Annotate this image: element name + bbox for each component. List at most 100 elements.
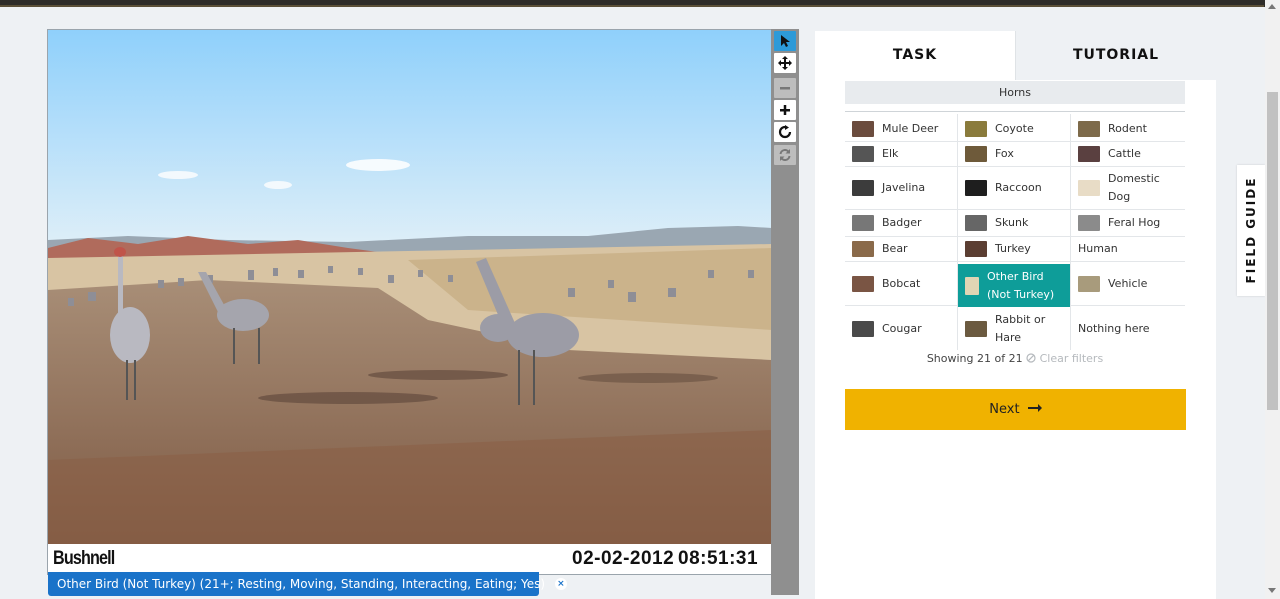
bobcat-thumbnail [852, 275, 874, 292]
field-guide-label: FIELD GUIDE [1244, 176, 1258, 284]
next-label: Next [989, 402, 1020, 417]
clear-filters-label: Clear filters [1039, 352, 1104, 365]
rotate-button[interactable] [774, 122, 796, 142]
ban-icon [1026, 353, 1036, 363]
species-label: Bear [882, 242, 908, 255]
species-label: Mule Deer [882, 121, 939, 135]
species-rabbit-or-hare[interactable]: Rabbit or Hare [958, 308, 1070, 350]
tab-task[interactable]: TASK [815, 31, 1015, 80]
photo-time: 08:51:31 [678, 548, 759, 569]
species-label: Elk [882, 147, 899, 160]
species-label: Bobcat [882, 276, 921, 290]
zoom-in-icon [780, 105, 790, 115]
species-rodent[interactable]: Rodent [1071, 116, 1185, 141]
species-label: Rabbit or Hare [995, 313, 1046, 344]
species-fox[interactable]: Fox [958, 142, 1070, 166]
vehicle-thumbnail [1078, 275, 1100, 292]
species-javelina[interactable]: Javelina [845, 167, 957, 209]
species-label: Turkey [995, 242, 1031, 255]
rodent-thumbnail [1078, 120, 1100, 137]
species-label: Rodent [1108, 121, 1147, 135]
mule-deer-thumbnail [852, 120, 874, 137]
bear-thumbnail [852, 241, 874, 257]
skunk-thumbnail [965, 215, 987, 231]
showing-text: Showing 21 of 21 [926, 352, 1023, 365]
species-skunk[interactable]: Skunk [958, 210, 1070, 236]
scroll-down-icon[interactable] [1268, 588, 1276, 593]
subject-viewer[interactable]: Bushnell 02-02-2012 08:51:31 [47, 29, 773, 575]
annotation-tag[interactable]: Other Bird (Not Turkey) (21+; Resting, M… [48, 572, 567, 596]
species-label: Badger [882, 216, 922, 229]
move-icon [778, 56, 792, 70]
filter-divider [845, 111, 1185, 112]
scroll-up-icon[interactable] [1268, 4, 1276, 9]
species-label: Cattle [1108, 147, 1141, 160]
filter-horns[interactable]: Horns [845, 81, 1185, 104]
javelina-thumbnail [852, 180, 874, 196]
viewer-toolbar [771, 29, 799, 595]
photo-date: 02-02-2012 [572, 548, 675, 569]
species-nothing-here[interactable]: Nothing here [1071, 308, 1185, 350]
other-bird-thumbnail [965, 276, 979, 295]
field-guide-tab[interactable]: FIELD GUIDE [1237, 165, 1265, 296]
annotation-label: Other Bird (Not Turkey) (21+; Resting, M… [57, 577, 546, 591]
species-other-bird-selected[interactable]: Other Bird (Not Turkey) [958, 264, 1070, 307]
arrow-right-icon [1027, 404, 1042, 412]
feral-hog-thumbnail [1078, 215, 1100, 231]
showing-count: Showing 21 of 21 Clear filters [845, 352, 1185, 365]
fox-thumbnail [965, 146, 987, 162]
domestic-dog-thumbnail [1078, 180, 1100, 196]
zoom-in-button[interactable] [774, 100, 796, 120]
species-label: Javelina [882, 181, 926, 194]
rabbit-thumbnail [965, 321, 987, 337]
camera-stamp: Bushnell 02-02-2012 08:51:31 [48, 544, 772, 574]
clear-filters-link[interactable]: Clear filters [1026, 352, 1103, 365]
species-elk[interactable]: Elk [845, 142, 957, 166]
pointer-tool-button[interactable] [774, 31, 796, 51]
cougar-thumbnail [852, 321, 874, 337]
species-bear[interactable]: Bear [845, 237, 957, 261]
species-cougar[interactable]: Cougar [845, 308, 957, 350]
species-turkey[interactable]: Turkey [958, 237, 1070, 261]
species-vehicle[interactable]: Vehicle [1071, 262, 1185, 305]
task-panel: TASK TUTORIAL Horns Mule Deer Coyote Rod… [815, 31, 1216, 599]
species-raccoon[interactable]: Raccoon [958, 167, 1070, 209]
reset-button[interactable] [774, 145, 796, 165]
species-human[interactable]: Human [1071, 237, 1185, 261]
zoom-out-icon [780, 87, 790, 90]
camera-brand: Bushnell [53, 548, 115, 569]
species-label: Domestic Dog [1108, 172, 1160, 203]
cattle-thumbnail [1078, 146, 1100, 162]
species-label: Coyote [995, 121, 1034, 135]
species-label: Human [1078, 242, 1118, 255]
species-cattle[interactable]: Cattle [1071, 142, 1185, 166]
rotate-icon [778, 125, 792, 139]
species-domestic-dog[interactable]: Domestic Dog [1071, 167, 1185, 209]
top-bar-accent [0, 5, 1264, 7]
reset-icon [779, 149, 791, 161]
badger-thumbnail [852, 215, 874, 231]
coyote-thumbnail [965, 120, 987, 137]
scrollbar-thumb[interactable] [1267, 92, 1278, 410]
turkey-thumbnail [965, 241, 987, 257]
species-label: Skunk [995, 216, 1029, 229]
next-button[interactable]: Next [845, 389, 1186, 430]
species-coyote[interactable]: Coyote [958, 116, 1070, 141]
species-label: Feral Hog [1108, 216, 1161, 229]
pointer-icon [781, 35, 790, 47]
raccoon-thumbnail [965, 180, 987, 196]
species-mule-deer[interactable]: Mule Deer [845, 116, 957, 141]
tab-tutorial[interactable]: TUTORIAL [1015, 31, 1216, 80]
zoom-out-button[interactable] [774, 78, 796, 98]
panel-tabs: TASK TUTORIAL [815, 31, 1216, 80]
species-label: Other Bird (Not Turkey) [987, 269, 1055, 301]
move-tool-button[interactable] [774, 53, 796, 73]
species-feral-hog[interactable]: Feral Hog [1071, 210, 1185, 236]
species-label: Nothing here [1078, 322, 1150, 335]
remove-annotation-icon[interactable]: × [554, 577, 567, 590]
species-badger[interactable]: Badger [845, 210, 957, 236]
species-label: Cougar [882, 322, 922, 335]
camera-trap-photo[interactable] [48, 30, 772, 544]
species-bobcat[interactable]: Bobcat [845, 262, 957, 305]
species-label: Vehicle [1108, 276, 1148, 290]
